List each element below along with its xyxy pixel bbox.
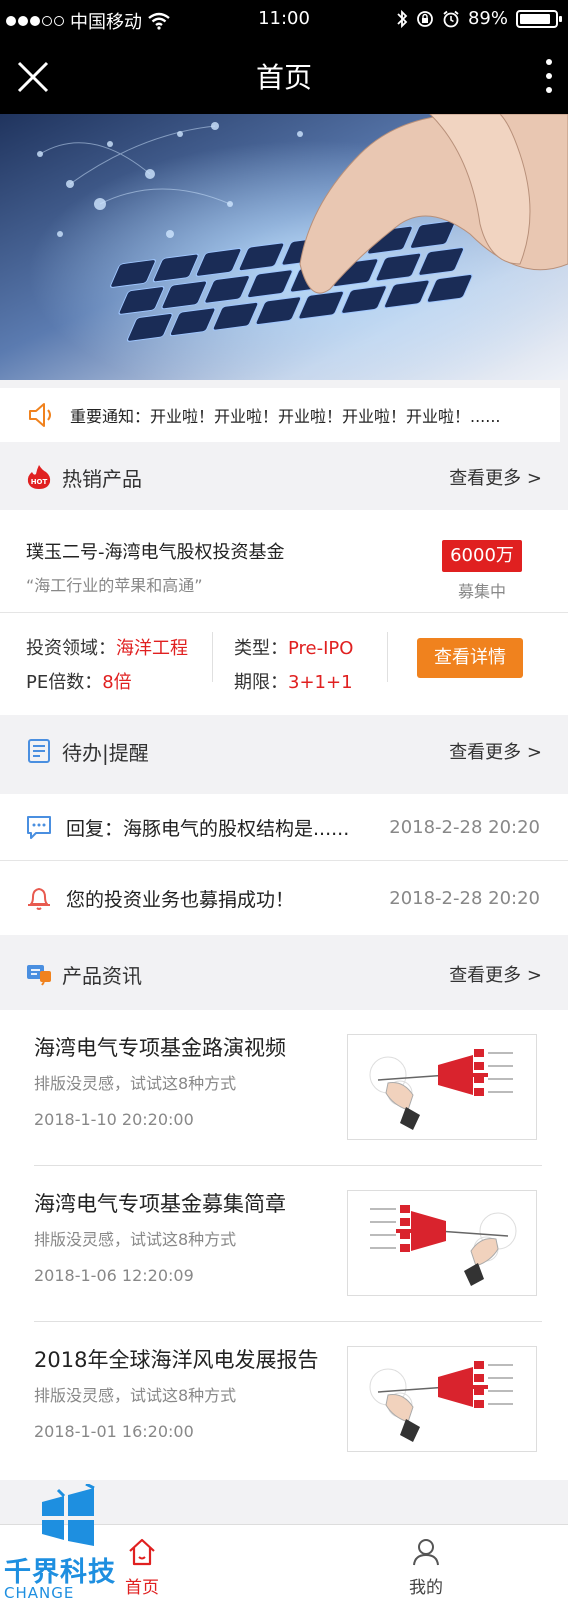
divider — [212, 632, 213, 682]
news-subtitle: 排版没灵感，试试这8种方式 — [34, 1386, 237, 1405]
checklist-icon — [28, 739, 50, 763]
status-right: 89% — [396, 8, 562, 29]
dart-infographic-image — [369, 1361, 513, 1442]
message-icon — [27, 816, 51, 839]
alarm-icon — [443, 10, 459, 27]
news-title: 海湾电气专项基金路演视频 — [34, 1036, 286, 1060]
news-date: 2018-1-10 20:20:00 — [34, 1110, 194, 1129]
todo-date: 2018-2-28 20:20 — [389, 887, 540, 909]
nav-bar: 首页 — [0, 38, 568, 114]
speaker-icon — [29, 403, 51, 427]
product-card[interactable]: 璞玉二号-海湾电气股权投资基金 “海工行业的苹果和高通” 6000万 募集中 投… — [0, 510, 568, 715]
todo-item[interactable]: 您的投资业务也募捐成功！ 2018-2-28 20:20 — [0, 861, 568, 935]
watermark-subtext: CHANGE — [4, 1584, 75, 1600]
section-title: 待办|提醒 — [62, 740, 149, 765]
todo-item[interactable]: 回复：海豚电气的股权结构是...... 2018-2-28 20:20 — [0, 794, 568, 860]
news-item[interactable]: 海湾电气专项基金募集简章 排版没灵感，试试这8种方式 2018-1-06 12:… — [0, 1166, 568, 1322]
hot-products-more-link[interactable]: 查看更多 > — [449, 464, 542, 490]
hero-banner[interactable] — [0, 114, 568, 380]
fund-status: 募集中 — [457, 582, 506, 601]
news-thumbnail — [347, 1190, 537, 1296]
product-term: 期限：3+1+1 — [234, 672, 353, 693]
news-thumbnail — [347, 1034, 537, 1140]
battery-percent: 89% — [467, 8, 508, 29]
news-date: 2018-1-01 16:20:00 — [34, 1422, 194, 1441]
tab-mine[interactable]: 我的 — [366, 1525, 486, 1600]
news-item[interactable]: 海湾电气专项基金路演视频 排版没灵感，试试这8种方式 2018-1-10 20:… — [0, 1010, 568, 1166]
notice-bar[interactable]: 重要通知：开业啦！开业啦！开业啦！开业啦！开业啦！...... — [0, 388, 560, 442]
view-details-button[interactable]: 查看详情 — [417, 638, 523, 678]
news-chat-icon — [27, 965, 51, 986]
banner-keyboard-image — [0, 114, 568, 380]
investment-field: 投资领域：海洋工程 — [26, 638, 188, 659]
page-title: 首页 — [255, 61, 312, 94]
section-title: 产品资讯 — [62, 963, 142, 988]
hot-fire-icon: HOT — [27, 465, 51, 489]
watermark-logo: 千界科技 CHANGE — [0, 1484, 140, 1600]
news-item[interactable]: 2018年全球海洋风电发展报告 排版没灵感，试试这8种方式 2018-1-01 … — [0, 1322, 568, 1478]
dart-infographic-image — [370, 1205, 517, 1286]
todo-header: 待办|提醒 查看更多 > — [0, 718, 568, 784]
notice-text: 重要通知：开业啦！开业啦！开业啦！开业啦！开业啦！...... — [70, 407, 501, 426]
news-thumbnail — [347, 1346, 537, 1452]
pe-ratio: PE倍数：8倍 — [26, 672, 132, 693]
news-date: 2018-1-06 12:20:09 — [34, 1266, 194, 1285]
fund-amount-badge: 6000万 — [442, 540, 522, 572]
rotation-lock-icon — [417, 10, 433, 27]
dart-infographic-image — [369, 1049, 513, 1130]
news-title: 海湾电气专项基金募集简章 — [34, 1192, 286, 1216]
user-icon — [413, 1539, 439, 1566]
windows-logo-icon — [42, 1484, 95, 1546]
product-slogan: “海工行业的苹果和高通” — [26, 576, 203, 595]
bell-icon — [28, 888, 50, 910]
bluetooth-icon — [397, 9, 408, 28]
divider — [0, 612, 568, 613]
divider — [387, 632, 388, 682]
hot-products-header: HOT 热销产品 查看更多 > — [0, 444, 568, 510]
todo-text: 回复：海豚电气的股权结构是...... — [66, 817, 350, 840]
more-options-icon[interactable] — [544, 58, 554, 94]
section-title: 热销产品 — [62, 466, 142, 491]
news-subtitle: 排版没灵感，试试这8种方式 — [34, 1230, 237, 1249]
news-header: 产品资讯 查看更多 > — [0, 938, 568, 1010]
todo-date: 2018-2-28 20:20 — [389, 816, 540, 838]
svg-text:HOT: HOT — [31, 478, 48, 486]
status-bar: 中国移动 11:00 89% — [0, 0, 568, 38]
todo-text: 您的投资业务也募捐成功！ — [66, 888, 295, 911]
product-type: 类型：Pre-IPO — [234, 638, 354, 659]
news-list: 海湾电气专项基金路演视频 排版没灵感，试试这8种方式 2018-1-10 20:… — [0, 1010, 568, 1480]
tab-label: 我的 — [409, 1578, 443, 1598]
todo-more-link[interactable]: 查看更多 > — [449, 738, 542, 764]
battery-icon — [516, 9, 562, 28]
news-more-link[interactable]: 查看更多 > — [449, 961, 542, 987]
product-name: 璞玉二号-海湾电气股权投资基金 — [26, 542, 285, 563]
news-title: 2018年全球海洋风电发展报告 — [34, 1348, 319, 1372]
news-subtitle: 排版没灵感，试试这8种方式 — [34, 1074, 237, 1093]
